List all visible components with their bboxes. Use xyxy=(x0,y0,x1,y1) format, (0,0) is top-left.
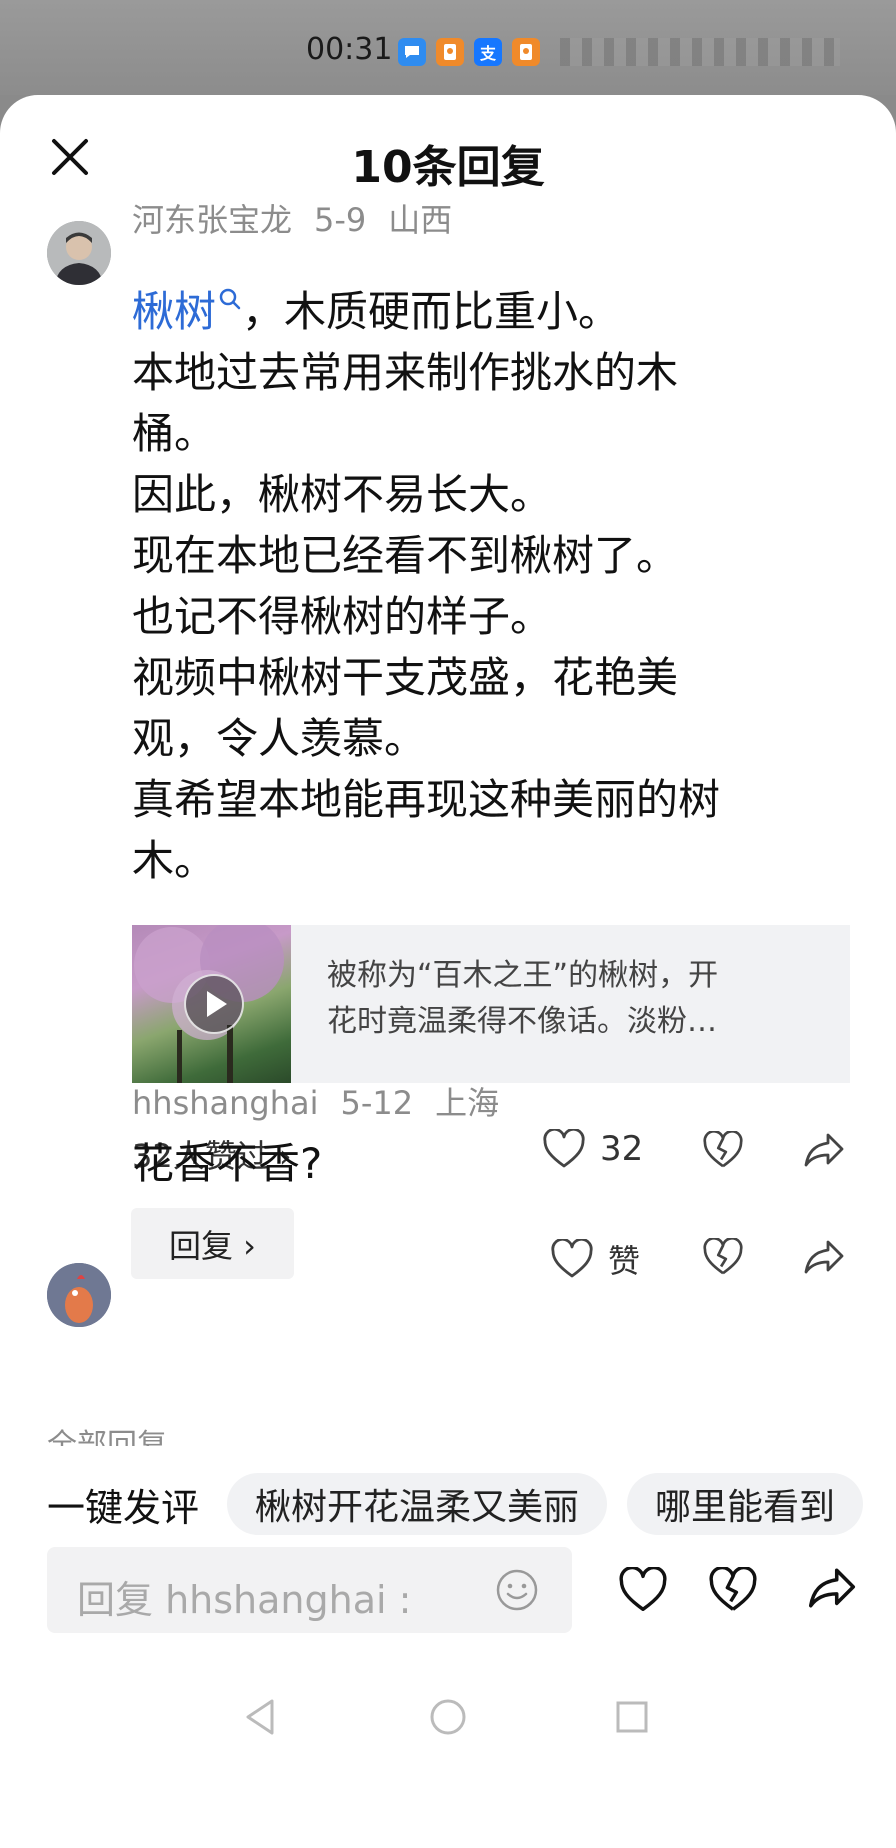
reply-date: 5-12 xyxy=(340,1084,414,1122)
signal-battery-indicators xyxy=(560,38,840,66)
video-thumbnail xyxy=(132,925,291,1083)
reply-button[interactable]: 回复 › xyxy=(131,1208,294,1279)
share-icon[interactable] xyxy=(806,1565,858,1611)
dislike-icon[interactable] xyxy=(702,1131,744,1169)
back-icon[interactable] xyxy=(242,1697,278,1737)
reply-input-placeholder: 回复 hhshanghai : xyxy=(77,1578,412,1622)
comment-meta: 河东张宝龙 5-9 山西 xyxy=(132,195,474,241)
comment-line: 本地过去常用来制作挑水的木 xyxy=(132,348,679,397)
quick-comment-label: 一键发评 xyxy=(47,1485,200,1530)
comment-date: 5-9 xyxy=(314,201,367,239)
suggestion-chip[interactable]: 哪里能看到 xyxy=(627,1473,864,1535)
heart-icon xyxy=(543,1129,585,1168)
emoji-icon[interactable] xyxy=(493,1566,541,1614)
status-bar: 00:31 支 xyxy=(0,0,896,95)
reply-input[interactable]: 回复 hhshanghai : xyxy=(47,1547,572,1633)
video-description-line: 花时竟温柔得不像话。淡粉… xyxy=(327,1004,717,1039)
dislike-icon[interactable] xyxy=(702,1238,744,1276)
home-icon[interactable] xyxy=(428,1697,468,1737)
comment-line: 视频中楸树干支茂盛，花艳美 xyxy=(132,653,679,702)
video-description: 被称为“百木之王”的楸树，开 花时竟温柔得不像话。淡粉… xyxy=(327,953,817,1045)
like-label: 赞 xyxy=(608,1242,641,1280)
comment-line: 真希望本地能再现这种美丽的树 xyxy=(132,775,721,824)
reply-meta: hhshanghai 5-12 上海 xyxy=(132,1078,521,1124)
reply-location: 上海 xyxy=(435,1084,500,1122)
heart-icon[interactable] xyxy=(618,1567,668,1613)
comment-body: 楸树 ，木质硬而比重小。 本地过去常用来制作挑水的木 桶。 因此，楸树不易长大。 … xyxy=(132,281,832,891)
status-time: 00:31 xyxy=(306,32,393,67)
alipay-icon: 支 xyxy=(474,38,502,66)
comment-line: ，木质硬而比重小。 xyxy=(242,287,621,336)
avatar[interactable] xyxy=(47,221,111,285)
chat-icon xyxy=(398,38,426,66)
replies-sheet: 10条回复 河东张宝龙 5-9 山西 楸树 ，木质硬而比重小。 本地过去常用来制作挑水… xyxy=(0,95,896,1848)
play-icon[interactable] xyxy=(184,974,244,1034)
heart-icon xyxy=(551,1239,593,1278)
all-replies-heading: 全部回复 xyxy=(47,1428,167,1446)
status-app-icons: 支 xyxy=(398,38,540,66)
video-card[interactable]: 被称为“百木之王”的楸树，开 花时竟温柔得不像话。淡粉… xyxy=(132,925,850,1083)
comment-line: 桶。 xyxy=(132,409,217,458)
author-name[interactable]: hhshanghai xyxy=(132,1084,319,1122)
avatar[interactable] xyxy=(47,1263,111,1327)
quick-comment-bar: 一键发评 楸树开花温柔又美丽 哪里能看到 xyxy=(47,1473,883,1535)
comment-line: 现在本地已经看不到楸树了。 xyxy=(132,531,679,580)
share-icon[interactable] xyxy=(802,1238,846,1276)
share-icon[interactable] xyxy=(802,1131,846,1169)
video-description-line: 被称为“百木之王”的楸树，开 xyxy=(327,958,719,993)
comment-line: 观，令人羡慕。 xyxy=(132,714,427,763)
suggestion-chip[interactable]: 楸树开花温柔又美丽 xyxy=(227,1473,608,1535)
system-navigation-bar xyxy=(0,1685,896,1755)
like-button[interactable]: 赞 xyxy=(550,1236,640,1282)
red-packet-icon xyxy=(436,38,464,66)
comment-line: 也记不得楸树的样子。 xyxy=(132,592,553,641)
red-packet-icon xyxy=(512,38,540,66)
comment-line: 因此，楸树不易长大。 xyxy=(132,470,553,519)
reply-text: 花香不香? xyxy=(132,1139,323,1188)
topic-link[interactable]: 楸树 xyxy=(132,287,216,336)
like-button[interactable]: 32 xyxy=(542,1129,643,1169)
dislike-icon[interactable] xyxy=(708,1567,758,1613)
recents-icon[interactable] xyxy=(614,1699,650,1735)
sheet-title: 10条回复 xyxy=(351,142,545,193)
search-icon xyxy=(219,288,241,310)
comment-line: 木。 xyxy=(132,836,217,885)
comment-location: 山西 xyxy=(388,201,453,239)
like-count: 32 xyxy=(600,1129,644,1169)
author-name[interactable]: 河东张宝龙 xyxy=(132,201,292,239)
